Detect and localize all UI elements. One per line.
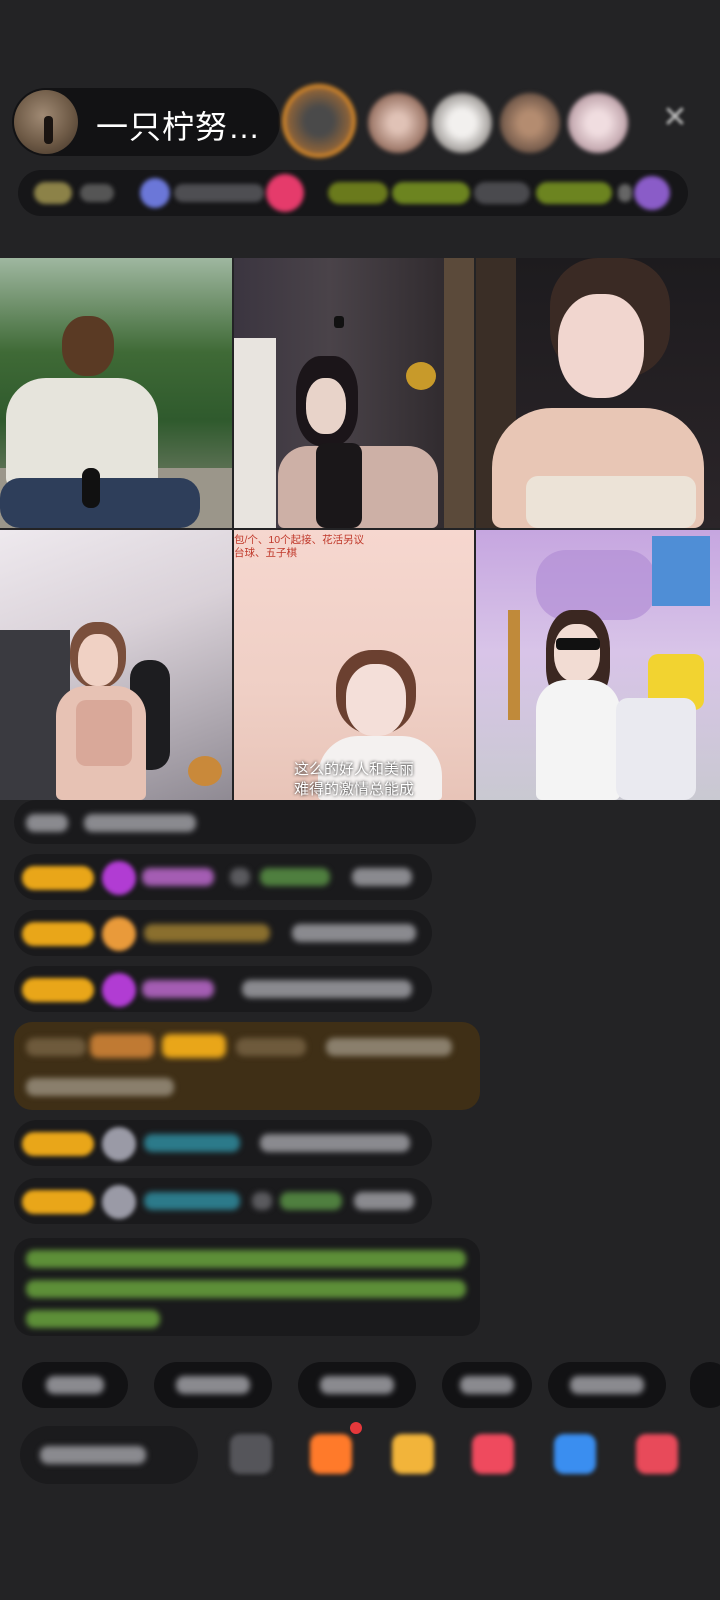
- diamond-icon: [102, 861, 136, 895]
- video-tile-4[interactable]: [0, 530, 232, 800]
- viewer-avatar[interactable]: [432, 93, 492, 153]
- fan-badge-icon: [102, 917, 136, 951]
- level-badge: [22, 1190, 94, 1214]
- user-avatar-icon[interactable]: [102, 1127, 136, 1161]
- fan-group-icon[interactable]: [310, 1434, 352, 1474]
- host-avatar[interactable]: [14, 90, 78, 154]
- close-icon[interactable]: ✕: [660, 103, 690, 133]
- viewer-avatar[interactable]: [368, 93, 428, 153]
- quick-reply-4[interactable]: [442, 1362, 532, 1408]
- host-name: 一只柠努…: [96, 109, 262, 145]
- chat-message[interactable]: [14, 854, 432, 900]
- viewer-avatar[interactable]: [286, 88, 352, 154]
- notification-dot: [350, 1422, 362, 1434]
- emoji-icon[interactable]: [230, 1434, 272, 1474]
- gift-message[interactable]: [14, 1022, 480, 1110]
- video-tile-5[interactable]: 包/个、10个起接、花活另议 台球、五子棋 这么的好人和美丽 难得的激情总能成: [234, 530, 474, 800]
- diamond-icon: [102, 973, 136, 1007]
- video-tile-1[interactable]: [0, 258, 232, 528]
- quick-reply-3[interactable]: [298, 1362, 416, 1408]
- rank-badge[interactable]: [34, 182, 72, 204]
- fan-club-icon[interactable]: [140, 178, 170, 208]
- chat-message[interactable]: [14, 910, 432, 956]
- comment-input[interactable]: [20, 1426, 198, 1484]
- video-tile-6[interactable]: [476, 530, 720, 800]
- share-icon[interactable]: [554, 1434, 596, 1474]
- tile-subtitle-2: 难得的激情总能成: [293, 781, 414, 798]
- quick-reply-6[interactable]: [690, 1362, 720, 1408]
- viewer-avatar[interactable]: [500, 93, 560, 153]
- level-badge: [22, 922, 94, 946]
- gift-box-icon[interactable]: [392, 1434, 434, 1474]
- chat-message[interactable]: [14, 1120, 432, 1166]
- video-tile-3[interactable]: [476, 258, 720, 528]
- level-badge: [22, 978, 94, 1002]
- chat-username[interactable]: [144, 1192, 240, 1210]
- chat-username[interactable]: [142, 868, 214, 886]
- level-badge: [22, 1132, 94, 1156]
- tile-subtitle-1: 这么的好人和美丽: [293, 761, 414, 778]
- user-avatar-icon[interactable]: [102, 1185, 136, 1219]
- chat-username[interactable]: [144, 1134, 240, 1152]
- tile-caption: 包/个、10个起接、花活另议 台球、五子棋: [234, 534, 365, 559]
- viewer-avatar[interactable]: [568, 93, 628, 153]
- more-icon[interactable]: [636, 1434, 678, 1474]
- chat-message[interactable]: [14, 1178, 432, 1224]
- level-badge: [22, 866, 94, 890]
- red-gift-icon[interactable]: [472, 1434, 514, 1474]
- activity-icon[interactable]: [634, 176, 670, 210]
- quick-reply-2[interactable]: [154, 1362, 272, 1408]
- system-notice: [14, 1238, 480, 1336]
- video-grid: 包/个、10个起接、花活另议 台球、五子棋 这么的好人和美丽 难得的激情总能成: [0, 258, 720, 800]
- heart-icon[interactable]: [266, 174, 304, 212]
- quick-reply-1[interactable]: [22, 1362, 128, 1408]
- host-info-chip[interactable]: 一只柠努…: [12, 88, 280, 156]
- video-tile-2[interactable]: [234, 258, 474, 528]
- info-bar[interactable]: [18, 170, 688, 216]
- chat-message[interactable]: [14, 966, 432, 1012]
- quick-reply-5[interactable]: [548, 1362, 666, 1408]
- chat-username[interactable]: [142, 980, 214, 998]
- chat-username[interactable]: [144, 924, 270, 942]
- chat-message[interactable]: [14, 800, 476, 844]
